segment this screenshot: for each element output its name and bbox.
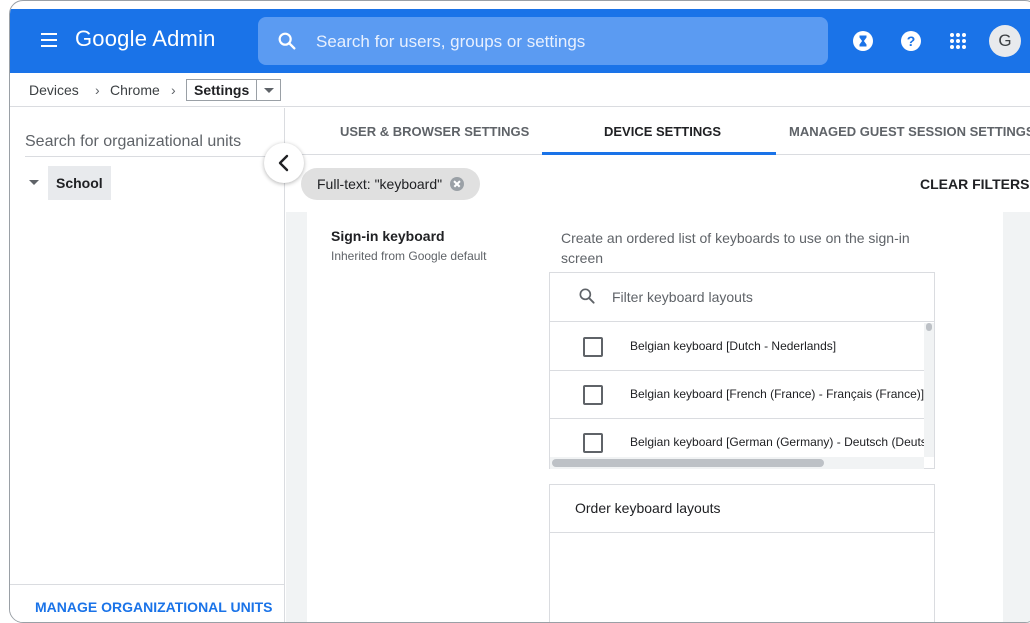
list-item[interactable]: Belgian keyboard [German (Germany) - Deu… (550, 419, 924, 457)
settings-tabs: USER & BROWSER SETTINGS DEVICE SETTINGS … (286, 108, 1030, 155)
global-search-input[interactable]: Search for users, groups or settings (258, 17, 828, 65)
setting-description: Create an ordered list of keyboards to u… (561, 230, 910, 266)
search-icon (278, 32, 296, 50)
search-icon (579, 288, 595, 304)
list-item[interactable]: Belgian keyboard [French (France) - Fran… (550, 371, 924, 419)
org-unit-search-input[interactable]: Search for organizational units (25, 133, 241, 151)
setting-title: Sign-in keyboard (331, 228, 445, 244)
org-unit-sidebar: Search for organizational units School M… (10, 108, 285, 622)
breadcrumb-separator: › (171, 82, 176, 98)
chevron-left-icon (278, 154, 289, 172)
account-avatar[interactable]: G (989, 25, 1021, 57)
keyboard-filter-placeholder: Filter keyboard layouts (612, 289, 753, 305)
keyboard-filter-input[interactable]: Filter keyboard layouts (550, 273, 934, 322)
keyboard-label: Belgian keyboard [Dutch - Nederlands] (630, 339, 837, 353)
main-content: USER & BROWSER SETTINGS DEVICE SETTINGS … (286, 108, 1030, 622)
search-placeholder: Search for users, groups or settings (316, 32, 586, 51)
tab-managed-guest-session-settings[interactable]: MANAGED GUEST SESSION SETTINGS (789, 124, 1030, 139)
manage-org-units-link[interactable]: MANAGE ORGANIZATIONAL UNITS (35, 599, 272, 615)
breadcrumb-dropdown-button[interactable] (257, 79, 281, 101)
keyboard-checkbox[interactable] (583, 433, 603, 453)
breadcrumb-separator: › (95, 82, 100, 98)
filter-chip[interactable]: Full-text: "keyboard" (301, 168, 481, 200)
setting-card: Sign-in keyboard Inherited from Google d… (307, 212, 1003, 622)
breadcrumb-chrome[interactable]: Chrome (110, 82, 160, 98)
brand-title[interactable]: Google Admin (75, 26, 216, 52)
keyboard-options: Belgian keyboard [Dutch - Nederlands] Be… (550, 323, 924, 457)
admin-window: Google Admin Search for users, groups or… (9, 0, 1030, 623)
filter-chip-label: Full-text: "keyboard" (317, 176, 443, 192)
tab-user-browser-settings[interactable]: USER & BROWSER SETTINGS (340, 124, 529, 139)
vertical-scrollbar[interactable] (924, 323, 934, 457)
keyboard-checkbox[interactable] (583, 385, 603, 405)
apps-grid-icon[interactable] (944, 27, 972, 55)
breadcrumb: Devices › Chrome › Settings (10, 73, 1030, 107)
app-header: Google Admin Search for users, groups or… (10, 9, 1030, 73)
sidebar-divider (10, 584, 285, 585)
keyboard-checkbox[interactable] (583, 337, 603, 357)
breadcrumb-devices[interactable]: Devices (29, 82, 79, 98)
vertical-scroll-thumb[interactable] (926, 323, 932, 331)
search-underline (25, 156, 275, 157)
order-keyboard-layouts-panel: Order keyboard layouts (549, 484, 935, 622)
horizontal-scroll-thumb[interactable] (552, 459, 824, 467)
clear-filters-button[interactable]: CLEAR FILTERS (920, 176, 1029, 192)
collapse-sidebar-button[interactable] (264, 143, 304, 183)
tab-device-settings[interactable]: DEVICE SETTINGS (604, 124, 721, 139)
order-keyboard-title: Order keyboard layouts (575, 500, 721, 516)
keyboard-label: Belgian keyboard [German (Germany) - Deu… (630, 435, 924, 449)
setting-inherited-text: Inherited from Google default (331, 249, 487, 263)
order-divider (550, 532, 934, 533)
org-unit-school[interactable]: School (48, 166, 111, 200)
expand-toggle-icon[interactable] (28, 177, 40, 189)
keyboard-layout-list: Filter keyboard layouts Belgian keyboard… (549, 272, 935, 469)
breadcrumb-current-settings[interactable]: Settings (186, 79, 258, 101)
hourglass-icon[interactable] (849, 27, 877, 55)
keyboard-label: Belgian keyboard [French (France) - Fran… (630, 387, 924, 401)
close-circle-icon[interactable] (450, 177, 465, 191)
list-item[interactable]: Belgian keyboard [Dutch - Nederlands] (550, 323, 924, 371)
svg-text:?: ? (907, 33, 916, 49)
help-icon[interactable]: ? (897, 27, 925, 55)
hamburger-menu-icon[interactable] (38, 28, 62, 52)
filter-bar: Full-text: "keyboard" CLEAR FILTERS (286, 155, 1030, 212)
